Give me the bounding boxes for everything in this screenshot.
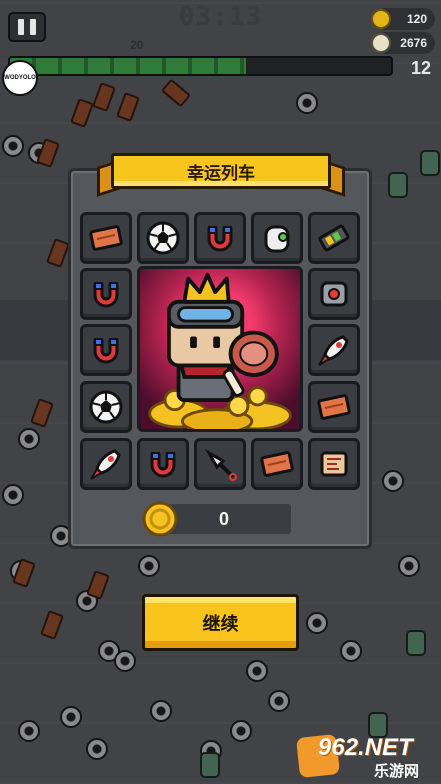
- rocket-icon: [90, 449, 121, 480]
- brick-icon: [317, 394, 351, 420]
- reward-slot: [80, 212, 132, 264]
- skull-counter: 2676: [371, 32, 435, 54]
- reward-slot: [308, 268, 360, 320]
- xp-bar: [8, 56, 393, 76]
- kunai-icon: [204, 448, 237, 481]
- reward-slot: [80, 324, 132, 376]
- reward-slot: [194, 212, 246, 264]
- drone-icon: [264, 225, 290, 253]
- reward-slot: [80, 381, 132, 433]
- reward-slot: [137, 438, 189, 490]
- skull-icon: [371, 33, 391, 53]
- magnet-icon: [93, 338, 119, 364]
- title-banner: 幸运列车: [97, 153, 345, 197]
- robot-core-icon: [320, 281, 348, 307]
- kill-counter: 20: [130, 38, 144, 52]
- site-watermark: 962.NET 乐游网: [296, 734, 438, 780]
- modal-title: 幸运列车: [111, 153, 331, 189]
- gold-counter: 120: [371, 8, 435, 30]
- reward-slot: [251, 438, 303, 490]
- soccer-ball-icon: [89, 390, 123, 424]
- continue-button[interactable]: 继续: [142, 594, 299, 651]
- reward-slot: [80, 268, 132, 320]
- hero-reward-image: [137, 266, 303, 432]
- xp-bar-fill: [10, 58, 247, 74]
- reward-slot: [137, 212, 189, 264]
- reward-slot: [308, 324, 360, 376]
- reward-slot: [308, 381, 360, 433]
- rocket-icon: [318, 335, 349, 366]
- reward-slot: [308, 212, 360, 264]
- avatar[interactable]: WODYOLO: [2, 60, 38, 96]
- soccer-ball-icon: [146, 221, 180, 255]
- magnet-icon: [93, 282, 119, 308]
- hero-character-icon: [148, 272, 292, 429]
- battery-icon: [318, 224, 350, 252]
- coin-reward-row: 0: [141, 500, 291, 538]
- gold-coin-icon: [142, 501, 178, 537]
- reward-slot: [251, 212, 303, 264]
- player-level: 12: [410, 58, 431, 78]
- map-scroll-icon: [320, 451, 348, 477]
- reward-slot: [194, 438, 246, 490]
- gold-coin-icon: [371, 9, 391, 29]
- magnet-icon: [150, 452, 176, 478]
- brick-icon: [89, 225, 123, 251]
- reward-slot: [80, 438, 132, 490]
- reward-slot: [308, 438, 360, 490]
- brick-icon: [260, 451, 294, 477]
- magnet-icon: [207, 226, 233, 252]
